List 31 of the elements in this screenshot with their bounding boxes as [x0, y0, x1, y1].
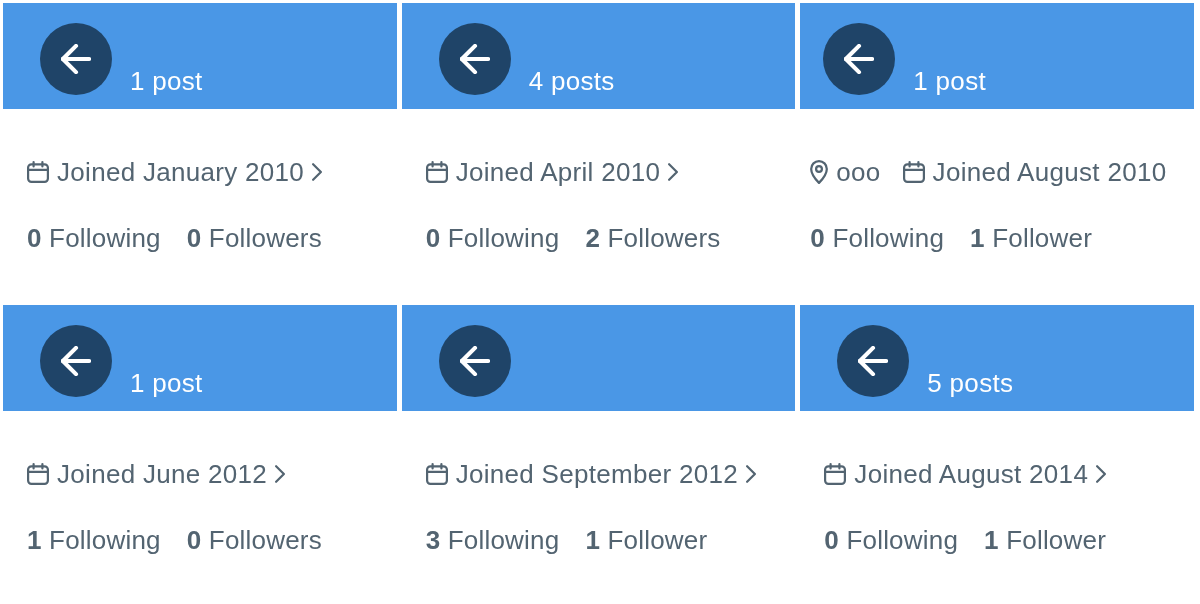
- followers-stat[interactable]: 0 Followers: [186, 223, 322, 253]
- joined-date: Joined June 2012: [57, 459, 268, 489]
- followers-stat[interactable]: 0 Followers: [186, 525, 322, 555]
- followers-stat[interactable]: 1 Follower: [970, 223, 1092, 253]
- post-count: 1 post: [913, 66, 986, 96]
- joined-date: Joined April 2010: [455, 157, 661, 187]
- following-stat[interactable]: 3 Following: [425, 525, 560, 555]
- location-pin-icon: [810, 160, 829, 184]
- calendar-icon: [425, 463, 448, 485]
- following-stat[interactable]: 1 Following: [27, 525, 161, 555]
- following-stat[interactable]: 0 Following: [425, 223, 560, 253]
- post-count: 1 post: [130, 368, 203, 398]
- post-count: 5 posts: [927, 368, 1014, 398]
- following-stat[interactable]: 0 Following: [27, 223, 161, 253]
- followers-stat[interactable]: 1 Follower: [585, 525, 708, 555]
- calendar-icon: [425, 161, 448, 183]
- calendar-icon: [27, 463, 49, 485]
- calendar-icon: [824, 463, 847, 485]
- following-stat[interactable]: 0 Following: [824, 525, 959, 555]
- followers-stat[interactable]: 1 Follower: [984, 525, 1106, 555]
- joined-date: Joined September 2012: [455, 459, 739, 489]
- post-count: 1 post: [130, 66, 203, 96]
- post-count: 4 posts: [528, 66, 615, 96]
- followers-stat[interactable]: 2 Followers: [585, 223, 721, 253]
- joined-date: Joined August 2010: [932, 157, 1167, 187]
- calendar-icon: [27, 161, 49, 183]
- joined-date: Joined August 2014: [854, 459, 1089, 489]
- calendar-icon: [902, 161, 925, 183]
- joined-date: Joined January 2010: [57, 157, 305, 187]
- following-stat[interactable]: 0 Following: [810, 223, 945, 253]
- location-text: ooo: [836, 157, 881, 187]
